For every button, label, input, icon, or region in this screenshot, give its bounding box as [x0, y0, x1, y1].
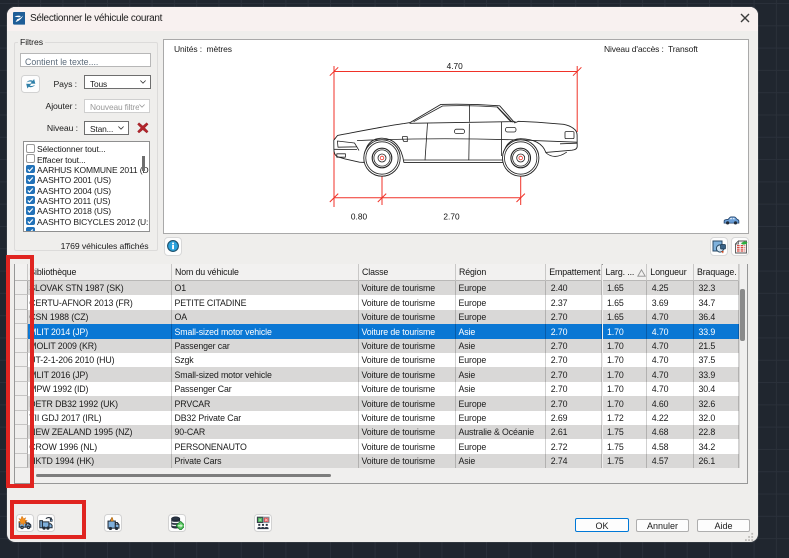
- svg-text:0.80: 0.80: [351, 212, 368, 222]
- svg-text:4.70: 4.70: [447, 61, 464, 71]
- svg-text:2.70: 2.70: [443, 212, 460, 222]
